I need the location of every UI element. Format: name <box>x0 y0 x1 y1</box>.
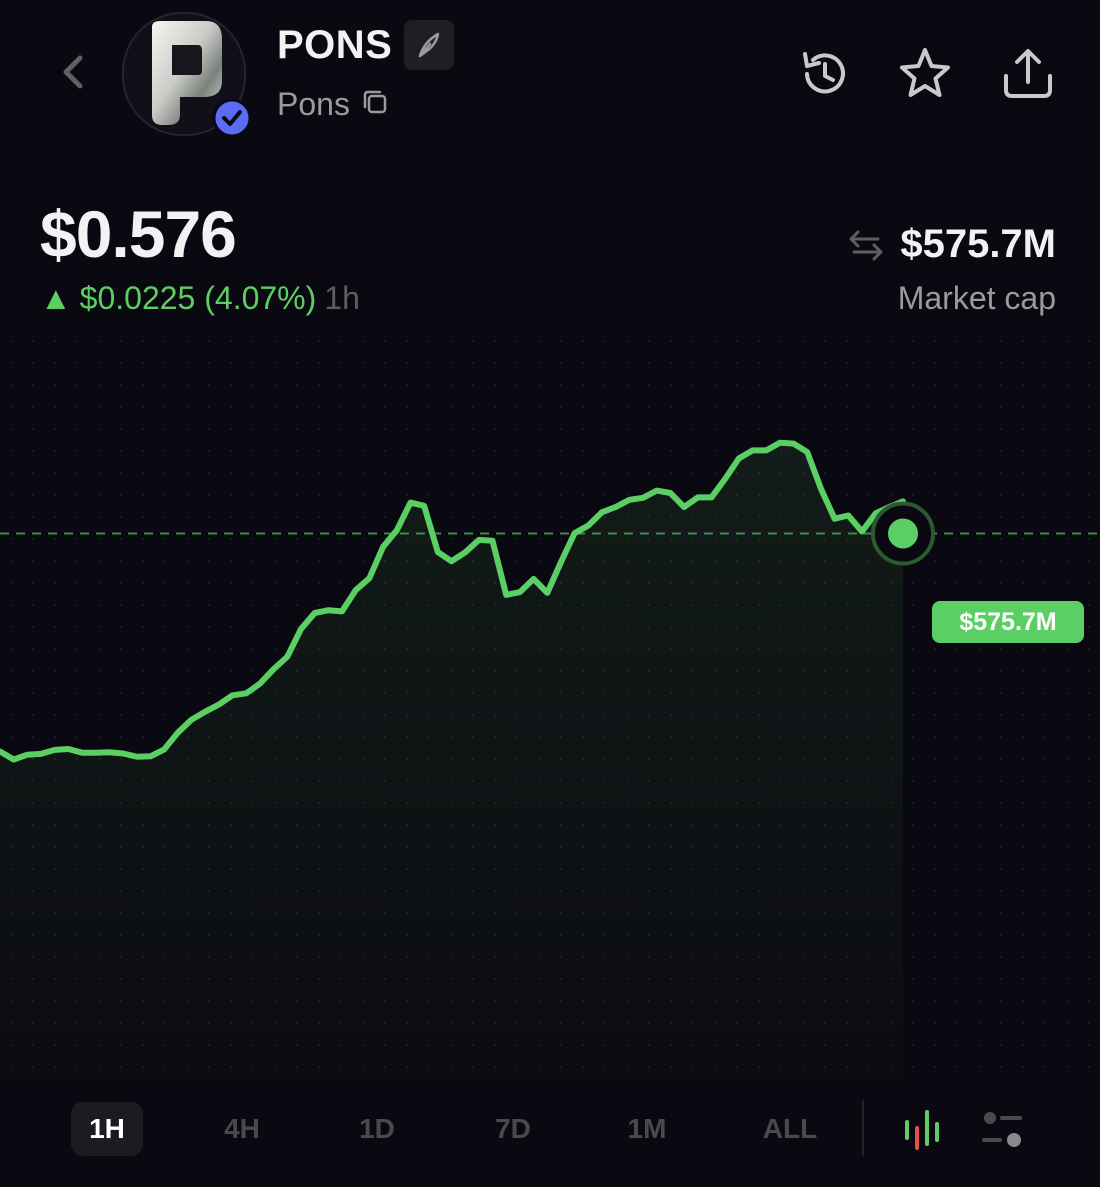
candlestick-toggle[interactable] <box>893 1102 949 1158</box>
current-price: $0.576 <box>40 197 237 271</box>
tab-1m[interactable]: 1M <box>611 1102 683 1156</box>
history-icon <box>803 52 845 94</box>
copy-button[interactable] <box>360 87 390 122</box>
market-cap-value: $575.7M <box>900 222 1056 266</box>
tab-1h[interactable]: 1H <box>71 1102 143 1156</box>
back-chevron-icon <box>63 55 83 89</box>
up-arrow-icon: ▲ <box>40 280 72 316</box>
back-button[interactable] <box>52 50 92 94</box>
coin-avatar <box>122 12 252 138</box>
price-change: ▲ $0.0225 (4.07%) 1h <box>40 280 360 317</box>
quill-icon <box>419 32 440 58</box>
share-button[interactable] <box>998 44 1058 104</box>
timeframe-tabs: 1H 4H 1D 7D 1M ALL <box>0 1092 1100 1172</box>
price-chart[interactable] <box>0 340 1100 1080</box>
market-cap-label: Market cap <box>897 280 1056 316</box>
candlestick-icon <box>905 1110 939 1150</box>
coin-name: PONS <box>277 22 393 67</box>
change-value: $0.0225 (4.07%) <box>79 280 317 316</box>
tab-7d[interactable]: 7D <box>477 1102 549 1156</box>
settings-sliders-icon <box>982 1112 1022 1147</box>
market-cap-toggle[interactable]: $575.7M <box>848 222 1056 267</box>
chart-settings-button[interactable] <box>974 1102 1030 1158</box>
coin-subtitle: Pons <box>277 86 350 122</box>
tab-all[interactable]: ALL <box>750 1102 830 1156</box>
tabs-divider <box>862 1100 864 1156</box>
copy-icon <box>363 90 387 114</box>
verified-icon <box>212 98 252 138</box>
favorite-button[interactable] <box>895 44 955 104</box>
quill-badge[interactable] <box>404 20 455 70</box>
top-bar: PONS Pons <box>0 0 1100 150</box>
history-button[interactable] <box>795 44 855 104</box>
share-icon <box>1004 49 1052 98</box>
tab-1d[interactable]: 1D <box>341 1102 413 1156</box>
star-icon <box>900 48 950 97</box>
change-timeframe: 1h <box>324 280 360 316</box>
current-value-label: $575.7M <box>932 601 1084 643</box>
tab-4h[interactable]: 4H <box>206 1102 278 1156</box>
swap-icon <box>849 230 883 260</box>
current-point <box>888 518 918 549</box>
